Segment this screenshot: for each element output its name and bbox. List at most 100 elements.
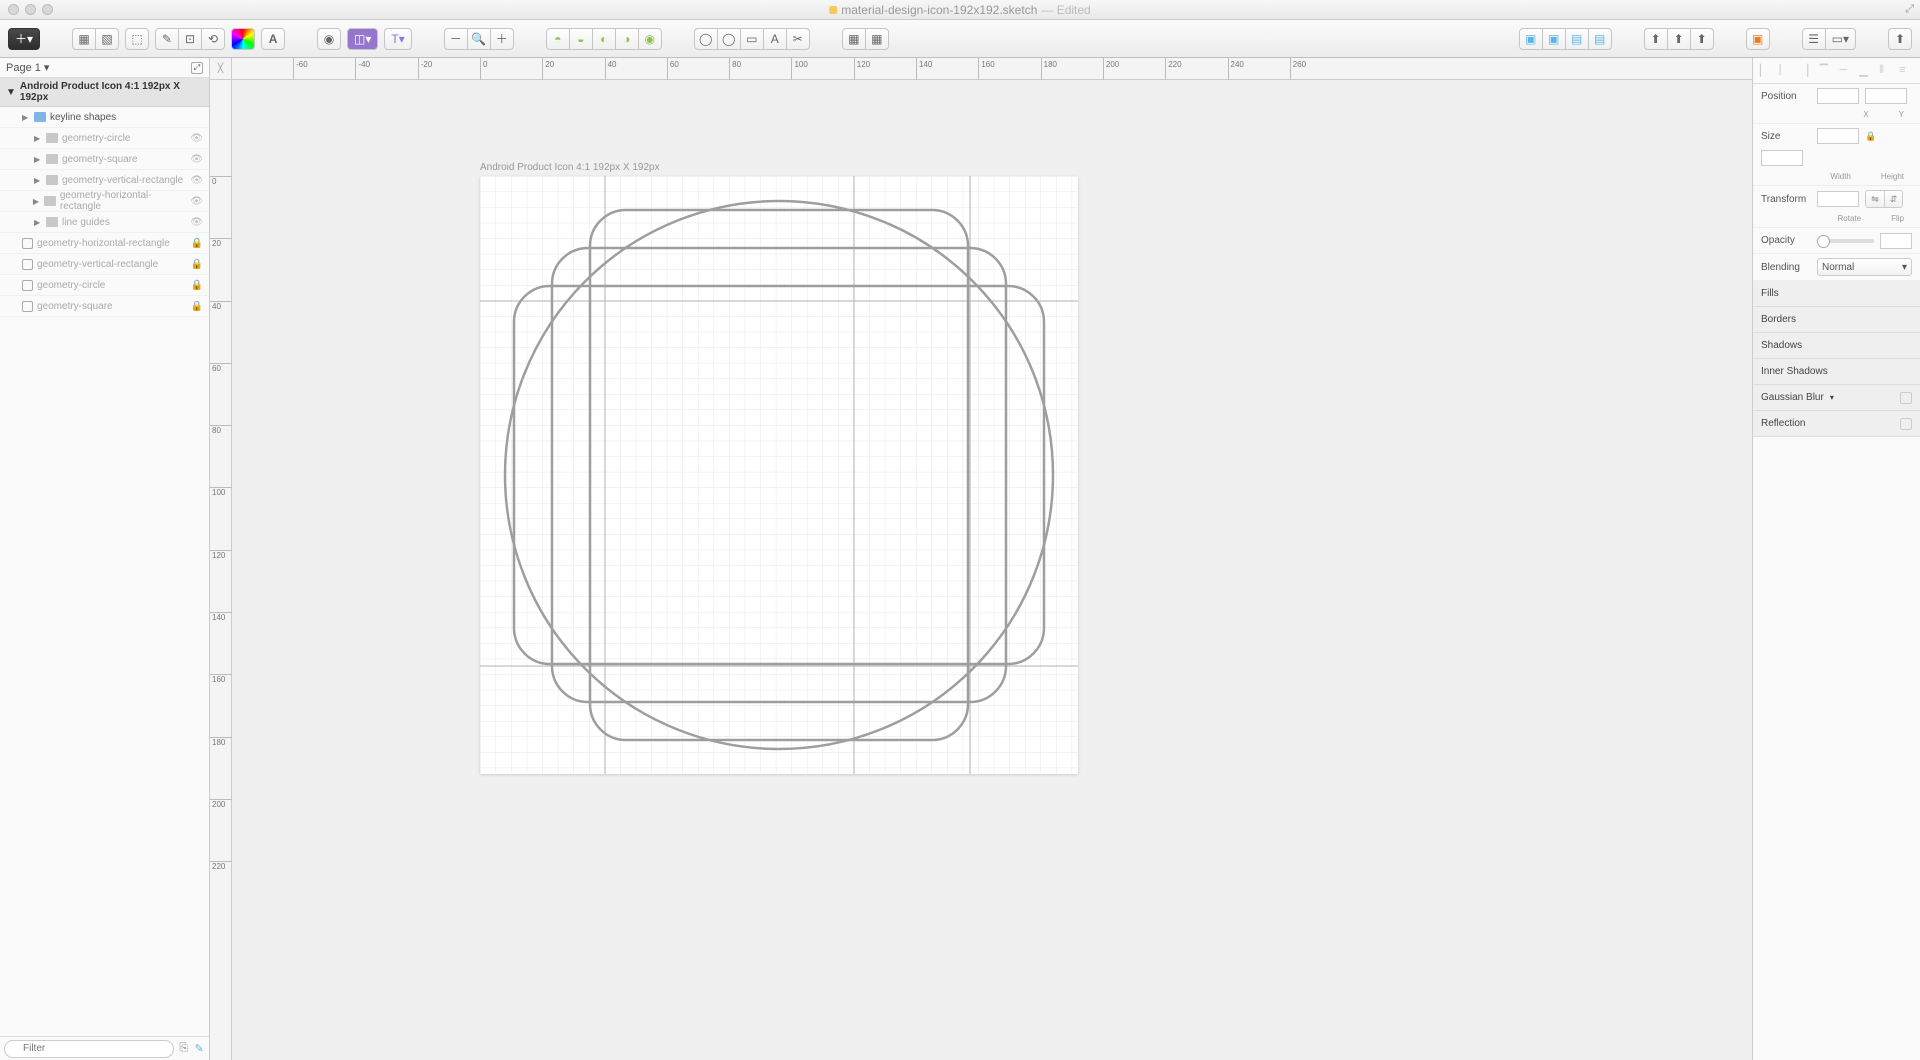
slice-icon[interactable]: ✎ — [194, 1041, 206, 1057]
lock-aspect-icon[interactable]: 🔒 — [1865, 131, 1876, 142]
lock-icon[interactable]: 🔒 — [191, 301, 203, 312]
close-icon[interactable] — [8, 4, 19, 15]
align-center-h-icon[interactable]: ⎸ — [1780, 64, 1794, 78]
move-up-icon[interactable]: ▤ — [1565, 28, 1589, 50]
inspector-section[interactable]: Shadows — [1753, 333, 1920, 359]
minimize-icon[interactable] — [25, 4, 36, 15]
disclosure-triangle-icon[interactable]: ▶ — [34, 176, 42, 185]
filter-input[interactable] — [4, 1040, 174, 1058]
add-button[interactable]: ＋▾ — [8, 28, 40, 50]
zoom-out-icon[interactable]: － — [444, 28, 468, 50]
group-icon[interactable]: ▦ — [72, 28, 96, 50]
visibility-icon[interactable]: 👁 — [190, 175, 203, 186]
visibility-icon[interactable]: 👁 — [190, 217, 203, 228]
export-icon[interactable]: ⬆ — [1690, 28, 1714, 50]
canvas[interactable]: ╳ -60-40-2002040608010012014016018020022… — [210, 58, 1752, 1060]
difference-icon[interactable]: ◑ — [615, 28, 639, 50]
rotate-input[interactable] — [1817, 191, 1859, 207]
reflection-checkbox[interactable] — [1900, 418, 1912, 430]
page-selector[interactable]: Page 1 ▾ ⤢ — [0, 58, 209, 78]
zoom-in-icon[interactable]: ＋ — [490, 28, 514, 50]
layer-row[interactable]: ▶geometry-circle👁 — [0, 128, 209, 149]
text-icon[interactable]: A — [763, 28, 787, 50]
scissors-icon[interactable]: ✂ — [786, 28, 810, 50]
layer-row[interactable]: ▶geometry-square👁 — [0, 149, 209, 170]
inspector-panel-icon[interactable]: ▭▾ — [1825, 28, 1856, 50]
send-back-icon[interactable]: ▣ — [1542, 28, 1566, 50]
distribute-v-icon[interactable]: ≡ — [1899, 64, 1913, 78]
move-down-icon[interactable]: ▤ — [1588, 28, 1612, 50]
inspector-section[interactable]: Inner Shadows — [1753, 359, 1920, 385]
layer-row[interactable]: geometry-horizontal-rectangle🔒 — [0, 233, 209, 254]
disclosure-triangle-icon[interactable]: ▶ — [34, 134, 42, 143]
position-y-input[interactable] — [1865, 88, 1907, 104]
view-icon[interactable]: ▣ — [1746, 28, 1770, 50]
lock-icon[interactable]: 🔒 — [191, 238, 203, 249]
gaussian-blur-section[interactable]: Gaussian Blur ▾ — [1753, 385, 1920, 411]
flip-h-icon[interactable]: ⇋ — [1866, 191, 1884, 207]
reflection-section[interactable]: Reflection — [1753, 411, 1920, 437]
copy-icon[interactable]: ⎘ — [178, 1041, 190, 1057]
distribute-h-icon[interactable]: ⫴ — [1879, 64, 1893, 78]
pencil-icon[interactable]: ◯ — [717, 28, 741, 50]
artboard-row[interactable]: ▼ Android Product Icon 4:1 192px X 192px — [0, 78, 209, 107]
position-x-input[interactable] — [1817, 88, 1859, 104]
layer-row[interactable]: geometry-square🔒 — [0, 296, 209, 317]
height-input[interactable] — [1761, 150, 1803, 166]
align-center-v-icon[interactable]: ─ — [1839, 64, 1853, 78]
canvas-viewport[interactable]: Android Product Icon 4:1 192px X 192px — [232, 80, 1752, 1060]
union-icon[interactable]: ◓ — [546, 28, 570, 50]
disclosure-triangle-icon[interactable]: ▼ — [6, 87, 16, 98]
ruler-vertical[interactable]: 020406080100120140160180200220 — [210, 80, 232, 1060]
flip-v-icon[interactable]: ⇵ — [1884, 191, 1902, 207]
forward-icon[interactable]: ▦ — [842, 28, 866, 50]
disclosure-triangle-icon[interactable]: ▶ — [22, 113, 30, 122]
lock-icon[interactable]: 🔒 — [191, 280, 203, 291]
align-left-icon[interactable]: ▏ — [1760, 64, 1774, 78]
flatten-icon[interactable]: ◉ — [638, 28, 662, 50]
mirror-icon[interactable]: ⬆ — [1667, 28, 1691, 50]
align-top-icon[interactable]: ▔ — [1820, 64, 1834, 78]
rect-icon[interactable]: ▭ — [740, 28, 764, 50]
visibility-icon[interactable]: 👁 — [190, 133, 203, 144]
ungroup-icon[interactable]: ▧ — [95, 28, 119, 50]
text-tool-icon[interactable]: A — [261, 28, 285, 50]
disclosure-triangle-icon[interactable]: ▶ — [34, 155, 42, 164]
create-symbol-icon[interactable]: ⬚ — [125, 28, 149, 50]
artboard-title[interactable]: Android Product Icon 4:1 192px X 192px — [480, 162, 660, 173]
layers-panel-icon[interactable]: ☰ — [1802, 28, 1826, 50]
color-picker-icon[interactable] — [231, 28, 255, 50]
share-icon[interactable]: ⬆ — [1644, 28, 1668, 50]
rotate-icon[interactable]: ⟲ — [201, 28, 225, 50]
inspector-section[interactable]: Borders — [1753, 307, 1920, 333]
disclosure-triangle-icon[interactable]: ▶ — [33, 197, 41, 206]
visibility-icon[interactable]: 👁 — [190, 154, 203, 165]
opacity-input[interactable] — [1880, 233, 1912, 249]
shared-style-icon[interactable]: T▾ — [384, 28, 411, 50]
vector-icon[interactable]: ◯ — [694, 28, 718, 50]
layer-row[interactable]: ▶line guides👁 — [0, 212, 209, 233]
intersect-icon[interactable]: ◐ — [592, 28, 616, 50]
subtract-icon[interactable]: ◒ — [569, 28, 593, 50]
blending-select[interactable]: Normal▾ — [1817, 258, 1912, 276]
zoom-icon[interactable] — [42, 4, 53, 15]
fullscreen-icon[interactable]: ⤢ — [1905, 3, 1914, 16]
bring-front-icon[interactable]: ▣ — [1519, 28, 1543, 50]
backward-icon[interactable]: ▦ — [865, 28, 889, 50]
expand-icon[interactable]: ⤢ — [191, 62, 203, 74]
disclosure-triangle-icon[interactable]: ▶ — [34, 218, 42, 227]
artboard-surface[interactable] — [480, 176, 1078, 774]
lock-icon[interactable]: 🔒 — [191, 259, 203, 270]
visibility-icon[interactable]: 👁 — [190, 196, 203, 207]
layer-row[interactable]: ▶geometry-horizontal-rectangle👁 — [0, 191, 209, 212]
opacity-slider[interactable] — [1817, 239, 1874, 243]
ruler-origin-icon[interactable]: ╳ — [210, 58, 232, 80]
layer-row[interactable]: geometry-vertical-rectangle🔒 — [0, 254, 209, 275]
layer-row[interactable]: ▶geometry-vertical-rectangle👁 — [0, 170, 209, 191]
upload-icon[interactable]: ⬆ — [1888, 28, 1912, 50]
align-bottom-icon[interactable]: ▁ — [1859, 64, 1873, 78]
styled-text-icon[interactable]: ◫▾ — [347, 28, 378, 50]
align-right-icon[interactable]: ▕ — [1800, 64, 1814, 78]
edit-icon[interactable]: ✎ — [155, 28, 179, 50]
ruler-horizontal[interactable]: -60-40-200204060801001201401601802002202… — [232, 58, 1752, 80]
